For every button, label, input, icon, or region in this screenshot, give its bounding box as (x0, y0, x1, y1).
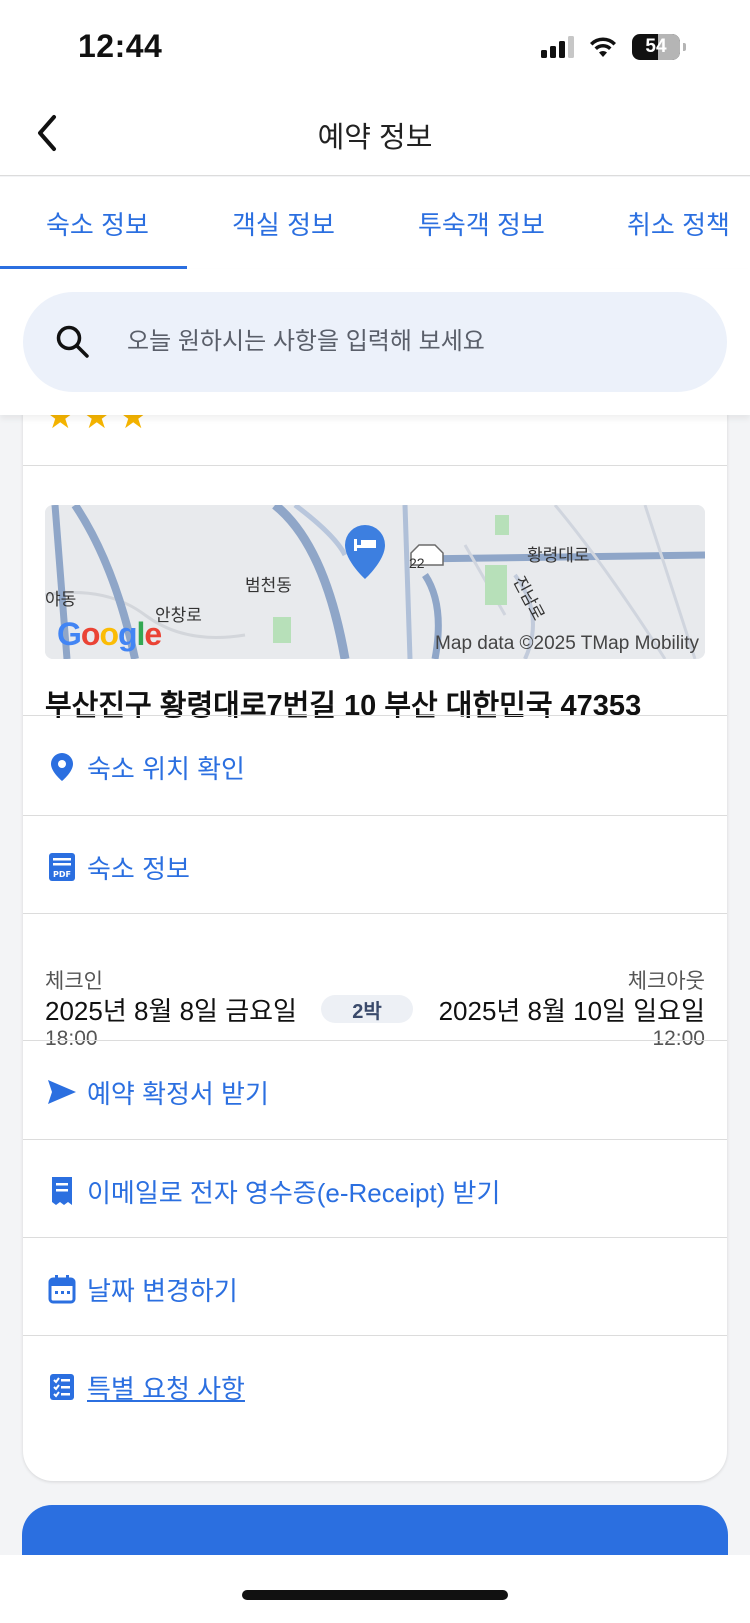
search-input[interactable] (127, 322, 687, 362)
change-dates-link[interactable]: 날짜 변경하기 (23, 1238, 727, 1340)
special-requests-label: 특별 요청 사항 (87, 1373, 245, 1404)
tab-bar: 숙소 정보 객실 정보 투숙객 정보 취소 정책 (0, 177, 750, 269)
divider (23, 465, 727, 466)
cellular-signal-icon (541, 36, 574, 58)
app-header: 예약 정보 (0, 92, 750, 176)
map-label: 22 (409, 555, 425, 571)
google-logo: Google (57, 616, 162, 652)
receipt-icon (47, 1176, 77, 1206)
tab-property-info[interactable]: 숙소 정보 (0, 177, 187, 269)
wifi-icon (590, 37, 616, 57)
email-receipt-link[interactable]: 이메일로 전자 영수증(e-Receipt) 받기 (23, 1140, 727, 1242)
get-confirmation-link[interactable]: 예약 확정서 받기 (23, 1041, 727, 1143)
view-location-label: 숙소 위치 확인 (87, 753, 245, 784)
view-location-link[interactable]: 숙소 위치 확인 (23, 716, 727, 818)
battery-icon: 54 (632, 34, 686, 60)
send-icon (47, 1077, 77, 1107)
property-map[interactable]: 황령대로 범천동 안창로 진남로 22 야동 Google Map data ©… (45, 505, 705, 659)
tab-room-info[interactable]: 객실 정보 (187, 177, 373, 269)
calendar-icon (47, 1274, 77, 1304)
status-bar: 12:44 54 (0, 0, 750, 92)
reservation-card: ★ ★ ★ 황령대로 범천동 안창로 진남로 22 야동 Google Map … (23, 395, 727, 1481)
search-icon (56, 325, 89, 358)
pdf-document-icon: PDF (47, 852, 77, 882)
tab-cancellation-policy[interactable]: 취소 정책 (627, 177, 750, 269)
special-requests-link[interactable]: 특별 요청 사항 (23, 1336, 727, 1438)
status-time: 12:44 (78, 28, 163, 64)
tab-guest-info[interactable]: 투숙객 정보 (373, 177, 627, 269)
search-area (0, 269, 750, 415)
page-title: 예약 정보 (317, 122, 433, 154)
location-pin-icon (47, 752, 77, 782)
change-dates-label: 날짜 변경하기 (87, 1275, 238, 1306)
bottom-safe-area (0, 1555, 750, 1623)
map-label: 범천동 (245, 576, 292, 595)
status-icons: 54 (541, 34, 686, 60)
checkin-date: 2025년 8월 8일 금요일 (45, 996, 297, 1026)
search-bar[interactable] (23, 292, 727, 392)
map-label: 안창로 (155, 606, 202, 625)
checkout-date: 2025년 8월 10일 일요일 (438, 996, 705, 1026)
map-credit: Map data ©2025 TMap Mobility (435, 633, 699, 654)
property-info-label: 숙소 정보 (87, 853, 190, 884)
home-indicator[interactable] (242, 1590, 508, 1600)
email-receipt-label: 이메일로 전자 영수증(e-Receipt) 받기 (87, 1177, 501, 1208)
map-label: 황령대로 (527, 546, 590, 565)
nights-badge: 2박 (321, 995, 413, 1023)
get-confirmation-label: 예약 확정서 받기 (87, 1078, 269, 1109)
svg-text:PDF: PDF (53, 870, 71, 879)
map-label: 야동 (45, 590, 77, 609)
property-info-link[interactable]: PDF 숙소 정보 (23, 816, 727, 918)
checklist-icon (47, 1372, 77, 1402)
divider (23, 913, 727, 914)
